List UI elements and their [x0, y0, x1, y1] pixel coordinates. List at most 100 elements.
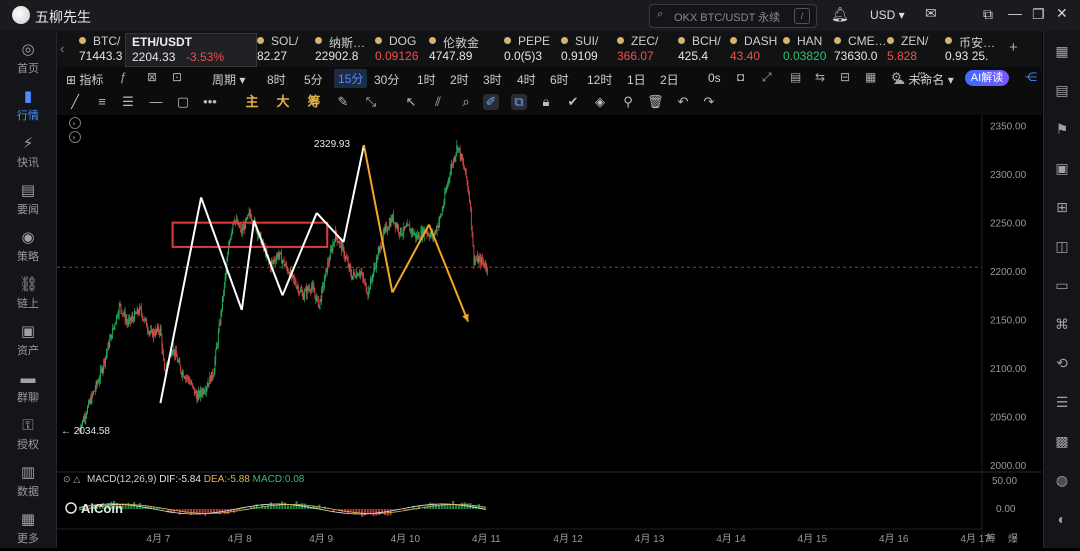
zoom-tool-icon[interactable]: ⌕: [458, 94, 474, 110]
ticker-7[interactable]: SUI/0.9109: [561, 33, 615, 65]
draw-label-1[interactable]: 大: [275, 94, 291, 110]
ticker-11[interactable]: HAN0.03820: [783, 33, 833, 65]
swap-icon[interactable]: ⟲: [1054, 355, 1070, 371]
ticker-1[interactable]: ETH/USDT2204.33-3.53%: [125, 33, 257, 67]
hide-tool-icon[interactable]: ◈: [592, 94, 608, 110]
ticker-5[interactable]: 伦敦金4747.89: [429, 33, 501, 65]
alert-side-icon[interactable]: ◫: [1054, 238, 1070, 254]
list-icon[interactable]: ☰: [1054, 394, 1070, 410]
price-chart[interactable]: 2000.002050.002100.002150.002200.002250.…: [57, 115, 1042, 548]
headset-icon[interactable]: ◐: [1054, 511, 1070, 527]
ai-interpret-button[interactable]: AI解读: [965, 70, 1009, 86]
eye-tool-icon[interactable]: ✔: [565, 94, 581, 110]
timeframe-11[interactable]: 2日: [660, 71, 679, 88]
ticker-8[interactable]: ZEC/366.07: [617, 33, 675, 65]
nav-item-3[interactable]: ▤要闻: [0, 183, 56, 217]
ray-tool-icon[interactable]: —: [148, 94, 164, 110]
brush-tool-icon[interactable]: ✎: [335, 94, 351, 110]
ticker-12[interactable]: CME…73630.0: [834, 33, 886, 65]
measure-tool-icon[interactable]: ⤡: [363, 94, 379, 110]
nav-item-9[interactable]: ▥数据: [0, 465, 56, 499]
timeframe-3[interactable]: 30分: [374, 71, 399, 88]
search-input[interactable]: ⌕ OKX BTC/USDT 永续 /: [649, 4, 817, 28]
chart-canvas[interactable]: 2000.002050.002100.002150.002200.002250.…: [57, 115, 1042, 548]
popout-icon[interactable]: ⧉: [983, 6, 993, 23]
nav-item-0[interactable]: ◎首页: [0, 42, 56, 76]
grid-icon[interactable]: ⊟: [840, 70, 850, 84]
timeframe-9[interactable]: 12时: [587, 71, 612, 88]
ticker-6[interactable]: PEPE0.0(5)3: [504, 33, 558, 65]
pen-tool-icon[interactable]: ✐: [483, 94, 499, 110]
nav-item-6[interactable]: ▣资产: [0, 324, 56, 358]
nav-item-10[interactable]: ▦更多: [0, 512, 56, 546]
trade-icon[interactable]: ▭: [1054, 277, 1070, 293]
fullscreen-icon[interactable]: ⤢: [762, 70, 772, 85]
close-icon[interactable]: ✕: [1056, 5, 1068, 22]
timeframe-4[interactable]: 1时: [417, 71, 436, 88]
nav-item-5[interactable]: ⛓︎链上: [0, 277, 56, 311]
ticker-2[interactable]: SOL/82.27: [257, 33, 312, 65]
timeframe-7[interactable]: 4时: [517, 71, 536, 88]
add-ticker-icon[interactable]: +: [1009, 39, 1018, 56]
period-button[interactable]: 周期 ▾: [212, 71, 245, 88]
share-icon[interactable]: ⋲: [1025, 70, 1037, 84]
ticker-14[interactable]: 币安…0.93 25.: [945, 33, 995, 65]
ticker-13[interactable]: ZEN/5.828: [887, 33, 942, 65]
ruler-tool-icon[interactable]: ⫽: [430, 94, 446, 110]
template-icon[interactable]: ▦: [865, 70, 876, 84]
lock-tool-icon[interactable]: 🔒︎: [538, 94, 554, 110]
timeframe-6[interactable]: 3时: [483, 71, 502, 88]
panel-icon[interactable]: ▦: [1054, 43, 1070, 59]
timeframe-2[interactable]: 15分: [334, 69, 367, 88]
chart-side-icon[interactable]: ⊞: [1054, 199, 1070, 215]
table-icon[interactable]: ▩: [1054, 433, 1070, 449]
timeframe-10[interactable]: 1日: [627, 71, 646, 88]
indicator-button[interactable]: ⊞ 指标: [66, 71, 103, 88]
pane-collapse-icon[interactable]: ⊙ △: [63, 475, 80, 485]
filter-tool-icon[interactable]: ⚲: [620, 94, 636, 110]
draw-label-2[interactable]: 筹: [306, 94, 322, 110]
bot-icon[interactable]: ◍: [1054, 472, 1070, 488]
redo-icon[interactable]: ↷: [701, 94, 717, 110]
indicator-icon-c[interactable]: ⊡: [172, 70, 182, 84]
chevron-left-icon[interactable]: ‹: [60, 41, 64, 56]
bell-icon[interactable]: 🔔︎: [831, 6, 849, 23]
timeframe-0[interactable]: 8时: [267, 71, 286, 88]
ticker-4[interactable]: DOG0.09126: [375, 33, 427, 65]
ticker-9[interactable]: BCH/425.4: [678, 33, 728, 65]
minimize-icon[interactable]: —: [1008, 5, 1022, 21]
ticker-10[interactable]: DASH43.40: [730, 33, 780, 65]
timeframe-1[interactable]: 5分: [304, 71, 323, 88]
magnet-tool-icon[interactable]: ⧉: [511, 94, 527, 110]
mail-icon[interactable]: ✉: [925, 5, 937, 22]
cursor-tool-icon[interactable]: ↖: [403, 94, 419, 110]
rect-tool-icon[interactable]: ▢: [175, 94, 191, 110]
timeframe-5[interactable]: 2时: [450, 71, 469, 88]
nav-item-8[interactable]: ⚿授权: [0, 418, 56, 452]
nav-item-4[interactable]: ◉策略: [0, 230, 56, 264]
currency-select[interactable]: USD ▾: [870, 8, 905, 22]
timeframe-8[interactable]: 6时: [550, 71, 569, 88]
nav-item-2[interactable]: ⚡︎快讯: [0, 136, 56, 170]
line-tool-icon[interactable]: ╱: [67, 94, 83, 110]
nav-item-1[interactable]: ▮行情: [0, 89, 56, 123]
timeframe-12[interactable]: 0s: [708, 71, 721, 85]
draw-label-0[interactable]: 主: [244, 94, 260, 110]
delete-tool-icon[interactable]: 🗑︎: [647, 94, 663, 110]
compare-icon[interactable]: ⇆: [815, 70, 825, 84]
ticker-0[interactable]: BTC/71443.3: [79, 33, 125, 65]
indicator-icon-b[interactable]: ⊠: [147, 70, 157, 84]
dots-tool-icon[interactable]: •••: [202, 94, 218, 110]
camera-icon[interactable]: ◘: [737, 70, 744, 84]
calculator-icon[interactable]: ▣: [1054, 160, 1070, 176]
restore-icon[interactable]: ❐: [1032, 6, 1045, 23]
nav-item-7[interactable]: ▬群聊: [0, 371, 56, 405]
indicator-icon-a[interactable]: ƒ: [120, 70, 127, 84]
note-icon[interactable]: ▤: [1054, 82, 1070, 98]
layout-icon[interactable]: ▤: [790, 70, 801, 84]
undo-icon[interactable]: ↶: [675, 94, 691, 110]
hline-tool-icon[interactable]: ≡: [94, 94, 110, 110]
gift-icon[interactable]: ⌘: [1054, 316, 1070, 332]
news-side-icon[interactable]: ⚑: [1054, 121, 1070, 137]
ticker-3[interactable]: 纳斯…22902.8: [315, 33, 373, 65]
